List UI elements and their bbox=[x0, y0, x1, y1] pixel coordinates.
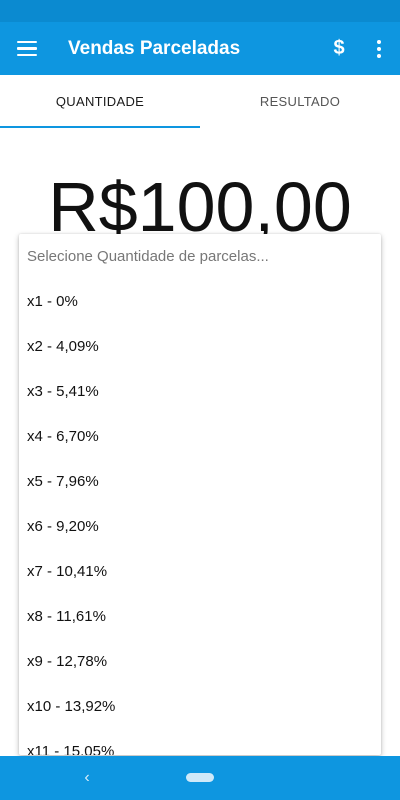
back-icon[interactable]: ‹ bbox=[78, 756, 96, 800]
tab-resultado[interactable]: RESULTADO bbox=[200, 75, 400, 129]
dropdown-option[interactable]: x3 - 5,41% bbox=[19, 369, 381, 414]
installments-dropdown: Selecione Quantidade de parcelas... x1 -… bbox=[19, 234, 381, 755]
system-nav-bar: ‹ bbox=[0, 756, 400, 800]
dropdown-option[interactable]: x2 - 4,09% bbox=[19, 324, 381, 369]
hamburger-menu-icon[interactable] bbox=[14, 22, 40, 75]
dropdown-option[interactable]: x7 - 10,41% bbox=[19, 549, 381, 594]
dropdown-option[interactable]: x4 - 6,70% bbox=[19, 414, 381, 459]
dropdown-option[interactable]: x9 - 12,78% bbox=[19, 639, 381, 684]
dropdown-option[interactable]: x1 - 0% bbox=[19, 279, 381, 324]
home-pill-icon[interactable] bbox=[186, 773, 214, 782]
app-bar: Vendas Parceladas $ bbox=[0, 22, 400, 75]
dropdown-option[interactable]: x11 - 15,05% bbox=[19, 729, 381, 755]
tab-quantidade[interactable]: QUANTIDADE bbox=[0, 75, 200, 129]
app-title: Vendas Parceladas bbox=[68, 38, 241, 59]
status-bar bbox=[0, 0, 400, 22]
more-vert-icon[interactable] bbox=[370, 22, 388, 75]
dropdown-option[interactable]: x5 - 7,96% bbox=[19, 459, 381, 504]
dropdown-option[interactable]: x6 - 9,20% bbox=[19, 504, 381, 549]
tab-bar: QUANTIDADE RESULTADO bbox=[0, 75, 400, 129]
dropdown-placeholder-option[interactable]: Selecione Quantidade de parcelas... bbox=[19, 234, 381, 279]
dropdown-option[interactable]: x8 - 11,61% bbox=[19, 594, 381, 639]
tab-indicator bbox=[0, 126, 200, 128]
dollar-icon[interactable]: $ bbox=[328, 22, 350, 75]
dropdown-option[interactable]: x10 - 13,92% bbox=[19, 684, 381, 729]
